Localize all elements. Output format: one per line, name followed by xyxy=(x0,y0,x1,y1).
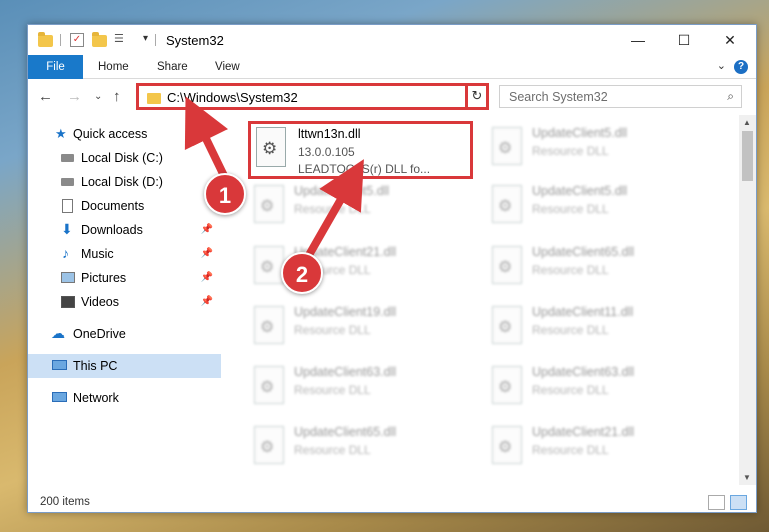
annotation-arrows xyxy=(184,96,364,264)
callout-badge-1: 1 xyxy=(204,173,246,215)
callout-badge-2: 2 xyxy=(281,252,323,294)
callout-2-arrow xyxy=(301,159,364,264)
